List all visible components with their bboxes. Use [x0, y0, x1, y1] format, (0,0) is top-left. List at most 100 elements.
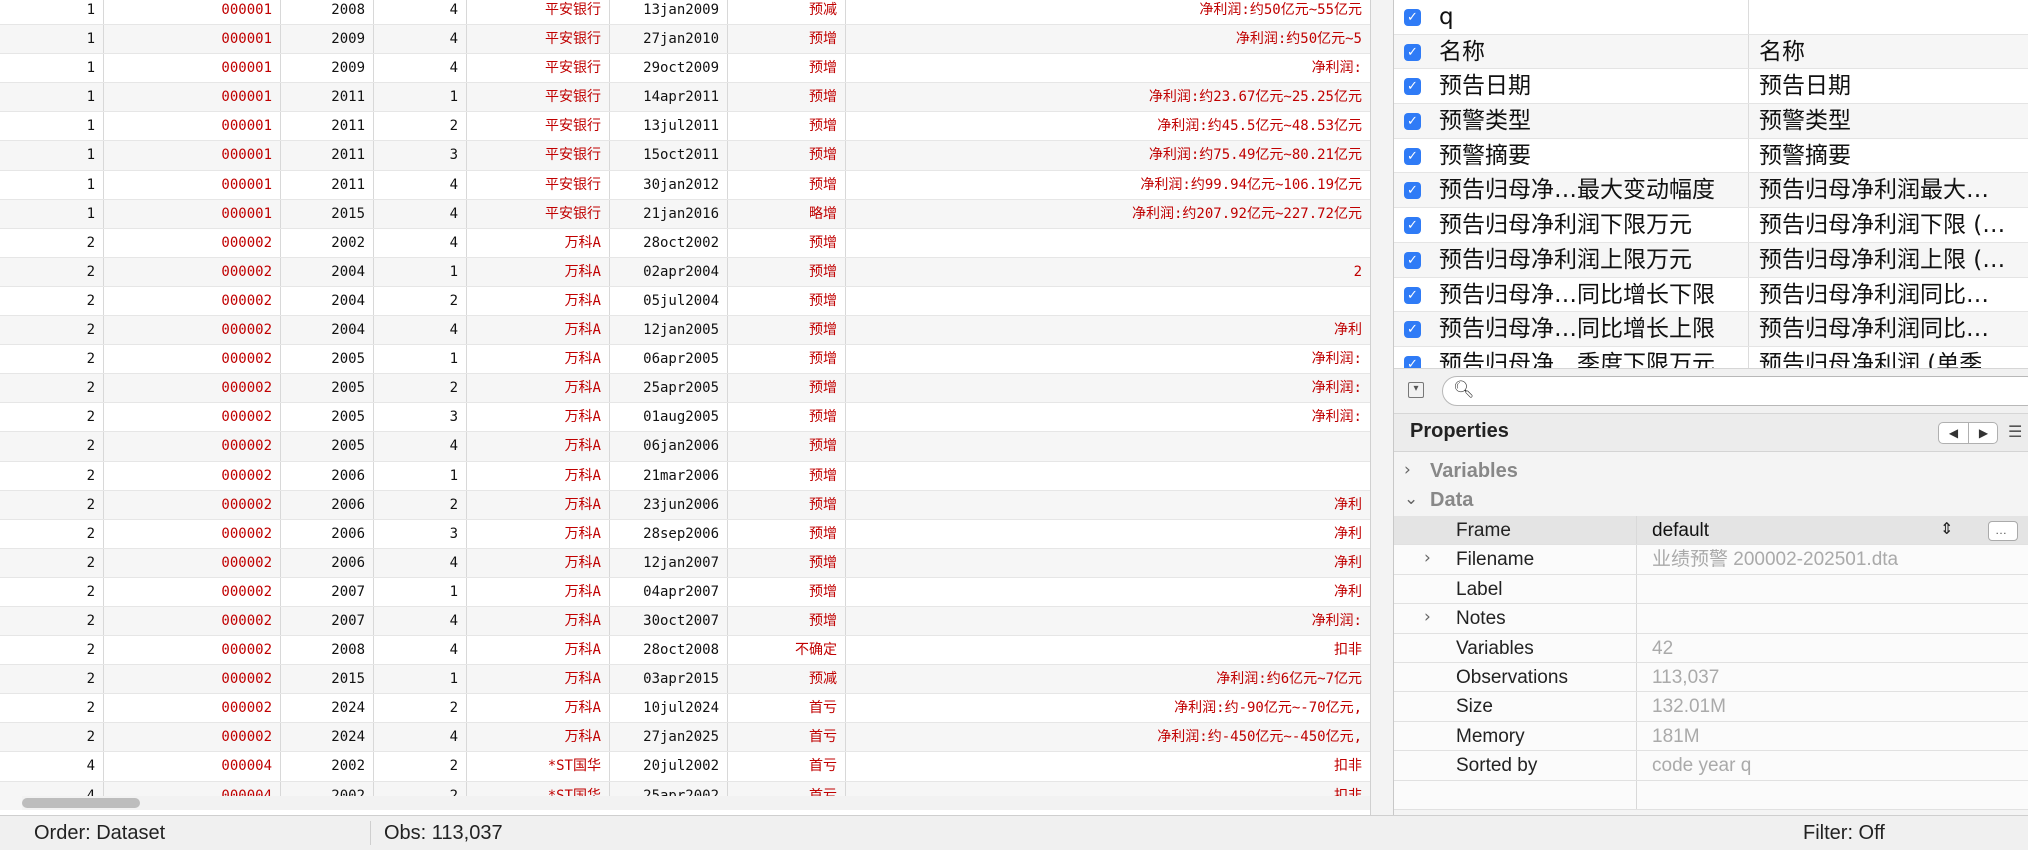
- cell-year[interactable]: 2024: [281, 723, 374, 752]
- cell-summary[interactable]: 净利润:约50亿元~55亿元: [846, 0, 1370, 24]
- cell-year[interactable]: 2009: [281, 25, 374, 54]
- table-row[interactable]: 1 000001 2015 4 平安银行 21jan2016 略增 净利润:约207.92亿元…: [0, 199, 1370, 229]
- cell-forecast-date[interactable]: 05jul2004: [610, 286, 728, 316]
- cell-quarter[interactable]: 2: [374, 374, 467, 403]
- property-row[interactable]: [1394, 780, 2028, 810]
- cell-warning-type[interactable]: 预增: [728, 257, 846, 286]
- cell-warning-type[interactable]: 预增: [728, 54, 846, 83]
- cell-summary[interactable]: 净利润:: [846, 607, 1370, 635]
- cell-warning-type[interactable]: 预增: [728, 461, 846, 490]
- cell-summary[interactable]: 净利: [846, 520, 1370, 548]
- cell-code[interactable]: 000002: [104, 403, 281, 432]
- cell-warning-type[interactable]: 预增: [728, 286, 846, 316]
- cell-summary[interactable]: [846, 229, 1370, 257]
- cell-row-index[interactable]: 1: [22, 141, 104, 170]
- cell-forecast-date[interactable]: 27jan2025: [610, 723, 728, 752]
- cell-code[interactable]: 000002: [104, 316, 281, 345]
- property-row[interactable]: Label: [1394, 574, 2028, 605]
- table-row[interactable]: 1 000001 2008 4 平安银行 13jan2009 预减 净利润:约50亿元~55亿…: [0, 0, 1370, 26]
- table-row[interactable]: 4 000004 2002 2 *ST国华 20jul2002 首亏 扣非: [0, 752, 1370, 782]
- cell-quarter[interactable]: 4: [374, 25, 467, 54]
- cell-year[interactable]: 2008: [281, 0, 374, 25]
- table-row[interactable]: 2 000002 2005 3 万科A 01aug2005 预增 净利润:: [0, 403, 1370, 433]
- property-row[interactable]: Size 132.01M: [1394, 692, 2028, 722]
- cell-year[interactable]: 2007: [281, 606, 374, 636]
- property-row[interactable]: › Filename 业绩预警 200002-202501.dta: [1394, 545, 2028, 575]
- cell-forecast-date[interactable]: 21mar2006: [610, 461, 728, 490]
- cell-row-index[interactable]: 4: [22, 752, 104, 781]
- variable-checkbox[interactable]: ✓: [1404, 9, 1421, 26]
- cell-code[interactable]: 000001: [104, 112, 281, 141]
- cell-year[interactable]: 2007: [281, 577, 374, 606]
- cell-code[interactable]: 000002: [104, 432, 281, 461]
- cell-warning-type[interactable]: 预增: [728, 228, 846, 257]
- cell-code[interactable]: 000002: [104, 490, 281, 519]
- variable-row[interactable]: ✓ 预告归母净利润下限万元 预告归母净利润下限 (…: [1394, 208, 2028, 243]
- cell-year[interactable]: 2005: [281, 345, 374, 374]
- cell-code[interactable]: 000001: [104, 25, 281, 54]
- cell-summary[interactable]: 净利润:约6亿元~7亿元: [846, 665, 1370, 693]
- cell-forecast-date[interactable]: 13jan2009: [610, 0, 728, 25]
- cell-forecast-date[interactable]: 01aug2005: [610, 403, 728, 432]
- property-row[interactable]: Frame default ⇕…: [1394, 516, 2028, 546]
- cell-year[interactable]: 2006: [281, 519, 374, 548]
- cell-row-index[interactable]: 2: [22, 606, 104, 636]
- cell-forecast-date[interactable]: 25apr2005: [610, 374, 728, 403]
- cell-forecast-date[interactable]: 27jan2010: [610, 25, 728, 54]
- cell-summary[interactable]: 净利: [846, 578, 1370, 606]
- cell-forecast-date[interactable]: 20jul2002: [610, 752, 728, 781]
- cell-quarter[interactable]: 3: [374, 141, 467, 170]
- cell-row-index[interactable]: 2: [22, 286, 104, 316]
- variable-checkbox[interactable]: ✓: [1404, 43, 1421, 61]
- prev-arrow-icon[interactable]: ◀: [1939, 423, 1969, 443]
- frame-stepper-icon[interactable]: ⇕: [1940, 519, 1953, 538]
- cell-quarter[interactable]: 1: [374, 257, 467, 286]
- cell-year[interactable]: 2015: [281, 199, 374, 228]
- cell-year[interactable]: 2006: [281, 548, 374, 577]
- cell-code[interactable]: 000001: [104, 199, 281, 228]
- cell-code[interactable]: 000002: [104, 606, 281, 636]
- cell-quarter[interactable]: 4: [374, 432, 467, 461]
- cell-row-index[interactable]: 2: [22, 665, 104, 694]
- cell-company-name[interactable]: 万科A: [467, 694, 610, 723]
- cell-quarter[interactable]: 4: [374, 548, 467, 577]
- cell-quarter[interactable]: 2: [374, 112, 467, 141]
- cell-row-index[interactable]: 2: [22, 577, 104, 606]
- table-row[interactable]: 2 000002 2007 4 万科A 30oct2007 预增 净利润:: [0, 606, 1370, 637]
- cell-quarter[interactable]: 4: [374, 316, 467, 345]
- variable-checkbox[interactable]: ✓: [1404, 147, 1421, 165]
- cell-row-index[interactable]: 2: [22, 316, 104, 345]
- cell-company-name[interactable]: 平安银行: [467, 83, 610, 112]
- cell-year[interactable]: 2004: [281, 257, 374, 286]
- variable-checkbox[interactable]: ✓: [1404, 286, 1421, 304]
- table-row[interactable]: 2 000002 2002 4 万科A 28oct2002 预增: [0, 228, 1370, 258]
- cell-summary[interactable]: 2: [846, 258, 1370, 286]
- cell-quarter[interactable]: 1: [374, 577, 467, 606]
- cell-quarter[interactable]: 4: [374, 723, 467, 752]
- cell-row-index[interactable]: 2: [22, 490, 104, 519]
- cell-warning-type[interactable]: 预增: [728, 170, 846, 199]
- cell-row-index[interactable]: 2: [22, 548, 104, 577]
- cell-code[interactable]: 000001: [104, 83, 281, 112]
- table-row[interactable]: 2 000002 2004 1 万科A 02apr2004 预增 2: [0, 257, 1370, 287]
- variable-row[interactable]: ✓ 预告归母净…季度下限万元 预告归母净利润 (单季…: [1394, 346, 2028, 368]
- cell-summary[interactable]: [846, 462, 1370, 490]
- variable-checkbox[interactable]: ✓: [1404, 355, 1421, 368]
- variable-row[interactable]: ✓ q: [1394, 0, 2028, 35]
- table-row[interactable]: 2 000002 2024 4 万科A 27jan2025 首亏 净利润:约-450亿元~-4…: [0, 723, 1370, 753]
- cell-summary[interactable]: 净利润:: [846, 403, 1370, 431]
- cell-row-index[interactable]: 2: [22, 374, 104, 403]
- cell-company-name[interactable]: 万科A: [467, 286, 610, 316]
- cell-quarter[interactable]: 3: [374, 519, 467, 548]
- table-row[interactable]: 2 000002 2008 4 万科A 28oct2008 不确定 扣非: [0, 636, 1370, 666]
- table-row[interactable]: 1 000001 2011 4 平安银行 30jan2012 预增 净利润:约99.94亿元~…: [0, 170, 1370, 200]
- cell-quarter[interactable]: 3: [374, 403, 467, 432]
- panel-menu-icon[interactable]: ☰: [2008, 422, 2022, 442]
- cell-quarter[interactable]: 4: [374, 170, 467, 199]
- cell-row-index[interactable]: 2: [22, 723, 104, 752]
- variable-row[interactable]: ✓ 预告归母净…同比增长下限 预告归母净利润同比…: [1394, 277, 2028, 313]
- property-row[interactable]: Observations 113,037: [1394, 663, 2028, 693]
- cell-company-name[interactable]: 平安银行: [467, 141, 610, 170]
- cell-quarter[interactable]: 1: [374, 345, 467, 374]
- cell-company-name[interactable]: 万科A: [467, 345, 610, 374]
